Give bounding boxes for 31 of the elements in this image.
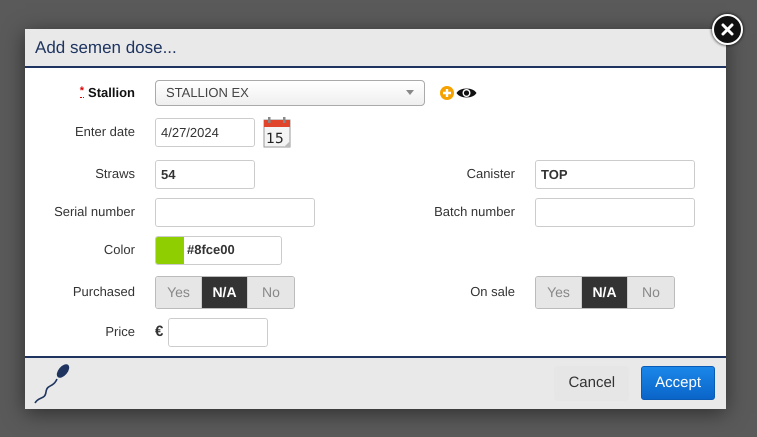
dialog-title: Add semen dose... bbox=[35, 36, 177, 59]
input-field[interactable]: 54 bbox=[155, 160, 255, 189]
field-label: Straws bbox=[95, 166, 135, 182]
field-label: Price bbox=[105, 324, 135, 340]
add-icon[interactable] bbox=[440, 86, 454, 100]
input-field[interactable] bbox=[155, 198, 315, 227]
field-label: On sale bbox=[470, 284, 515, 300]
field-label: Serial number bbox=[54, 204, 135, 220]
currency-symbol: € bbox=[155, 322, 164, 342]
input-field[interactable] bbox=[535, 198, 695, 227]
color-field[interactable]: #8fce00 bbox=[155, 236, 282, 265]
close-icon bbox=[721, 23, 734, 36]
toggle-option[interactable]: N/A bbox=[202, 276, 248, 308]
accept-button[interactable]: Accept bbox=[641, 366, 715, 400]
color-swatch bbox=[156, 236, 184, 264]
field-label: Stallion bbox=[88, 84, 135, 100]
input-field[interactable]: TOP bbox=[535, 160, 695, 189]
toggle-option[interactable]: N/A bbox=[582, 276, 628, 308]
required-mark: * bbox=[80, 84, 84, 98]
calendar-icon[interactable]: 15 bbox=[263, 116, 291, 148]
field-label: Canister bbox=[466, 166, 515, 182]
price-field[interactable] bbox=[168, 318, 268, 347]
field-label: Purchased bbox=[72, 284, 135, 300]
field-label: Batch number bbox=[434, 204, 515, 220]
eye-icon[interactable] bbox=[456, 86, 477, 100]
caret-icon bbox=[406, 90, 414, 96]
stallion-dropdown[interactable]: STALLION EX bbox=[155, 80, 425, 106]
field-label: Color bbox=[104, 242, 135, 258]
close-button[interactable] bbox=[712, 14, 743, 45]
field-label: Enter date bbox=[75, 124, 135, 140]
date-field[interactable]: 4/27/2024 bbox=[155, 118, 255, 147]
